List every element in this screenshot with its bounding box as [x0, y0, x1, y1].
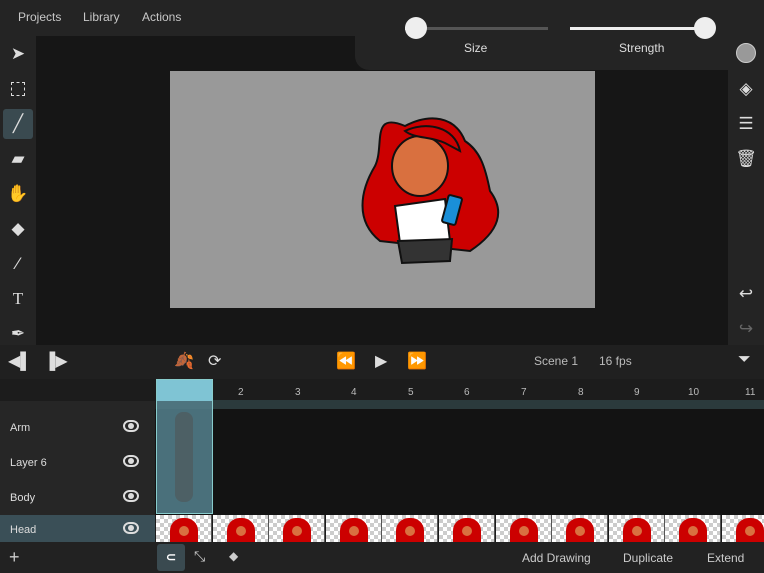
head-layer-frames: [155, 515, 764, 542]
head-frame-thumbnail[interactable]: [325, 515, 382, 542]
smudge-icon[interactable]: ✋: [3, 179, 33, 209]
add-layer-button[interactable]: +: [9, 547, 20, 568]
thumbnail-drawing: [566, 518, 595, 542]
size-label: Size: [464, 41, 488, 55]
path-icon[interactable]: ⤡: [194, 548, 205, 565]
undo-icon[interactable]: ↩: [731, 279, 761, 309]
eraser-icon[interactable]: ▰: [3, 144, 33, 174]
frame-number[interactable]: 2: [238, 387, 244, 398]
menu-library[interactable]: Library: [83, 10, 120, 24]
head-frame-thumbnail[interactable]: [439, 515, 495, 542]
layer-name: Head: [10, 524, 37, 536]
next-frame-icon[interactable]: ▐▶: [44, 351, 68, 371]
trash-icon[interactable]: 🗑: [731, 144, 761, 174]
thumbnail-drawing: [283, 518, 312, 542]
head-frame-thumbnail[interactable]: [608, 515, 665, 542]
thumbnail-drawing: [679, 518, 708, 542]
eye-icon[interactable]: [123, 455, 139, 467]
head-frame-thumbnail[interactable]: [495, 515, 552, 542]
frame-number[interactable]: 5: [408, 387, 414, 398]
thumbnail-drawing: [453, 518, 481, 542]
redo-icon[interactable]: ↪: [731, 314, 761, 344]
head-frame-thumbnail[interactable]: [722, 515, 764, 542]
duplicate-button[interactable]: Duplicate: [623, 551, 673, 565]
head-frame-thumbnail[interactable]: [552, 515, 609, 542]
layer-row-head[interactable]: Head: [0, 515, 155, 542]
thumbnail-drawing: [396, 518, 425, 542]
frames-area: [155, 409, 764, 515]
magnet-icon[interactable]: ⊂: [157, 544, 185, 571]
layer-row-arm[interactable]: Arm: [0, 410, 155, 445]
size-slider[interactable]: [405, 17, 548, 39]
play-icon[interactable]: ▶: [375, 351, 387, 371]
layer-name: Arm: [10, 422, 31, 434]
add-drawing-button[interactable]: Add Drawing: [522, 551, 591, 565]
menu-projects[interactable]: Projects: [18, 10, 61, 24]
current-frame-selection[interactable]: [156, 379, 213, 514]
playback-bar: ◀▌ ▐▶ 🍂 ⟳ ⏪ ▶ ⏩ Scene 1 16 fps ⏷: [0, 345, 764, 379]
loop-icon[interactable]: ⟳: [208, 351, 221, 371]
right-toolbar: ◈ ☰ 🗑 ↩ ↪: [728, 36, 764, 345]
previous-frame-icon[interactable]: ◀▌: [8, 351, 32, 371]
brush-settings-panel: Size Strength: [355, 0, 764, 70]
frame-number[interactable]: 3: [295, 387, 301, 398]
keyframe-diamond-icon[interactable]: ◆: [229, 549, 238, 563]
character-drawing: [361, 117, 500, 265]
thumbnail-drawing: [170, 518, 198, 542]
strength-label: Strength: [619, 41, 665, 55]
timeline-ruler[interactable]: 1 2 3 4 5 6 7 8 9 10 11: [0, 379, 764, 401]
thumbnail-drawing: [509, 518, 538, 542]
left-toolbar: ➤ ╱ ▰ ✋ ◆ ⁄ T ✒: [0, 36, 36, 345]
eye-icon[interactable]: [123, 490, 139, 502]
select-arrow-icon[interactable]: ➤: [3, 39, 33, 69]
scene-label[interactable]: Scene 1: [534, 354, 578, 368]
head-frame-thumbnail[interactable]: [212, 515, 269, 542]
thumbnail-drawing: [736, 518, 764, 542]
frame-number[interactable]: 11: [745, 387, 755, 398]
eye-icon[interactable]: [123, 522, 139, 534]
frame-number[interactable]: 7: [521, 387, 527, 398]
layers-icon[interactable]: ◈: [731, 74, 761, 104]
strength-slider[interactable]: [570, 17, 716, 39]
thumbnail-drawing: [622, 518, 651, 542]
frame-number[interactable]: 4: [351, 387, 357, 398]
head-frame-thumbnail[interactable]: [269, 515, 326, 542]
text-icon[interactable]: T: [3, 284, 33, 314]
bottom-bar: + ⊂ ⤡ ◆ Add Drawing Duplicate Extend: [0, 542, 764, 573]
head-frame-thumbnail[interactable]: [665, 515, 722, 542]
extend-button[interactable]: Extend: [707, 551, 744, 565]
layer-row-body[interactable]: Body: [0, 480, 155, 515]
thumbnail-drawing: [226, 518, 255, 542]
rewind-icon[interactable]: ⏪: [336, 351, 356, 371]
menu-actions[interactable]: Actions: [142, 10, 181, 24]
eyedropper-icon[interactable]: ⁄: [3, 249, 33, 279]
lasso-select-icon[interactable]: [3, 74, 33, 104]
fast-forward-icon[interactable]: ⏩: [407, 351, 427, 371]
eye-icon[interactable]: [123, 420, 139, 432]
thumbnail-drawing: [339, 518, 368, 542]
layer-name: Body: [10, 492, 36, 504]
frame-number[interactable]: 9: [634, 387, 640, 398]
drawing-canvas[interactable]: [170, 71, 595, 308]
onion-skin-icon[interactable]: 🍂: [174, 351, 194, 371]
frame-number[interactable]: 8: [578, 387, 584, 398]
head-frame-thumbnail[interactable]: [156, 515, 212, 542]
layer-name: Layer 6: [10, 457, 47, 469]
frame-number[interactable]: 6: [464, 387, 470, 398]
fill-bucket-icon[interactable]: ◆: [3, 214, 33, 244]
layer-row-layer-6[interactable]: Layer 6: [0, 445, 155, 480]
color-picker-swatch[interactable]: [736, 43, 756, 63]
layers-list: Arm Layer 6 Body Head: [0, 401, 155, 542]
adjustments-icon[interactable]: ☰: [731, 109, 761, 139]
head-frame-thumbnail[interactable]: [382, 515, 439, 542]
collapse-timeline-icon[interactable]: ⏷: [738, 351, 751, 369]
frame-number[interactable]: 10: [688, 387, 699, 398]
fps-label[interactable]: 16 fps: [599, 354, 632, 368]
timeline-track-header: [213, 400, 764, 409]
brush-icon[interactable]: ╱: [3, 109, 33, 139]
